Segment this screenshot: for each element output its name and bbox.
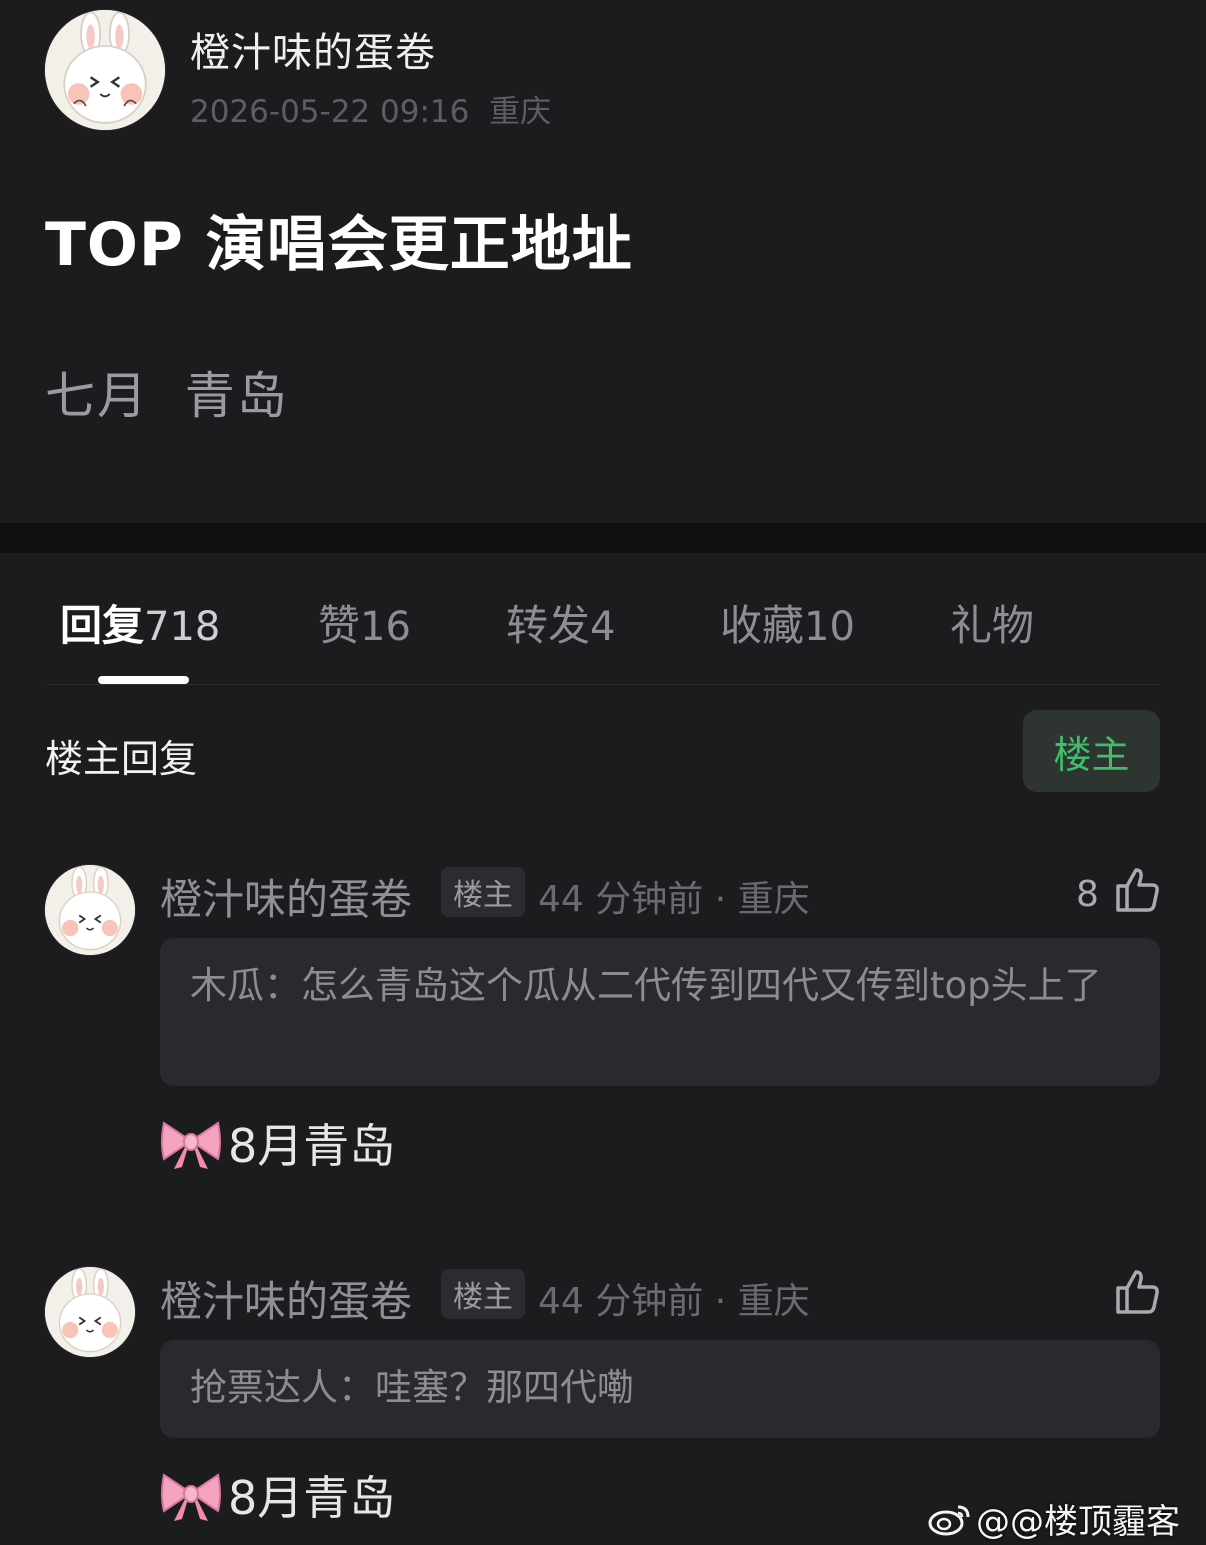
op-badge: 楼主: [441, 867, 525, 917]
comment-author-name[interactable]: 橙汁味的蛋卷: [160, 1268, 412, 1329]
section-divider: [0, 523, 1206, 553]
comment-time-location: 44 分钟前 · 重庆: [538, 1281, 810, 1322]
comment-reply: 8月青岛: [160, 1110, 395, 1176]
comment-avatar[interactable]: [45, 1267, 135, 1357]
post-title: TOP 演唱会更正地址: [45, 210, 633, 280]
comment-time-location: 44 分钟前 · 重庆: [538, 879, 810, 920]
op-replies-heading: 楼主回复: [45, 737, 198, 781]
tab-gifts[interactable]: 礼物: [950, 592, 1034, 653]
tab-count: 10: [804, 604, 855, 650]
bunny-avatar-icon: [45, 1267, 135, 1357]
tab-label: 赞: [318, 601, 361, 650]
quoted-comment[interactable]: 抢票达人：哇塞？那四代嘞: [160, 1340, 1160, 1438]
tab-count: 4: [590, 604, 616, 650]
tab-label: 回复: [60, 601, 145, 650]
tab-label: 转发: [506, 601, 591, 650]
quoted-comment[interactable]: 木瓜：怎么青岛这个瓜从二代传到四代又传到top头上了: [160, 938, 1160, 1086]
thumbs-up-icon[interactable]: [1114, 1268, 1162, 1316]
weibo-logo-icon: [928, 1505, 970, 1535]
reply-text: 8月青岛: [228, 1471, 396, 1525]
active-tab-indicator: [98, 676, 189, 684]
tab-bar: 回复718 赞16 转发4 收藏10 礼物: [0, 592, 1206, 652]
comment-author-name[interactable]: 橙汁味的蛋卷: [160, 866, 412, 927]
post-body: 七月 青岛: [45, 367, 289, 425]
tab-count: 718: [144, 604, 221, 650]
watermark-text: @@楼顶霾客: [976, 1502, 1180, 1542]
tab-likes[interactable]: 赞16: [318, 592, 411, 653]
post-card: 橙汁味的蛋卷 2026-05-22 09:16 重庆 TOP 演唱会更正地址 七…: [0, 0, 1206, 523]
op-badge: 楼主: [441, 1269, 525, 1319]
comment-like-count: 8: [1076, 874, 1099, 915]
tab-label: 收藏: [720, 601, 805, 650]
tab-favorites[interactable]: 收藏10: [720, 592, 855, 653]
post-location: 重庆: [489, 94, 552, 130]
pink-bow-emoji: [161, 1121, 221, 1169]
weibo-watermark: @@楼顶霾客: [928, 1494, 1180, 1543]
comment-avatar[interactable]: [45, 865, 135, 955]
tab-label: 礼物: [950, 601, 1035, 650]
post-author-name[interactable]: 橙汁味的蛋卷: [190, 20, 436, 78]
reply-text: 8月青岛: [228, 1119, 396, 1173]
bunny-avatar-icon: [45, 865, 135, 955]
author-avatar[interactable]: [45, 10, 165, 130]
post-datetime: 2026-05-22 09:16: [190, 94, 470, 130]
comment-reply: 8月青岛: [160, 1462, 395, 1528]
thumbs-up-icon[interactable]: [1114, 866, 1162, 914]
tab-divider: [47, 684, 1160, 685]
tab-replies[interactable]: 回复718: [60, 592, 220, 653]
post-meta: 2026-05-22 09:16 重庆: [190, 86, 551, 131]
tab-reposts[interactable]: 转发4: [506, 592, 615, 653]
bunny-avatar-icon: [45, 10, 165, 130]
op-filter-button[interactable]: 楼主: [1023, 710, 1160, 792]
pink-bow-emoji: [161, 1473, 221, 1521]
tab-count: 16: [360, 604, 411, 650]
